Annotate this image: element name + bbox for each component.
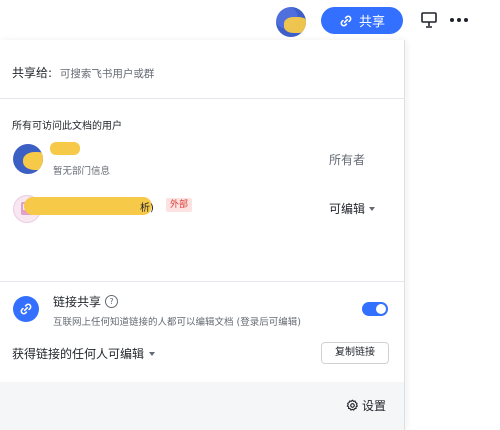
- user-row-owner: 暂无部门信息 所有者: [0, 142, 404, 178]
- user-department: 暂无部门信息: [53, 166, 111, 177]
- redacted-user-name: [24, 197, 152, 215]
- chevron-down-icon: [369, 206, 376, 211]
- link-permission-dropdown[interactable]: 获得链接的任何人可编辑: [12, 345, 156, 362]
- user-role-owner: 所有者: [329, 153, 366, 167]
- user-row-editor: 析) 外部 可编辑: [0, 192, 404, 228]
- gear-icon: [346, 399, 359, 411]
- link-share-icon: [13, 296, 39, 322]
- copy-link-button[interactable]: 复制链接: [321, 342, 389, 364]
- user-name-suffix: 析): [140, 203, 154, 214]
- help-icon[interactable]: ?: [105, 295, 119, 308]
- link-permission-label: 获得链接的任何人可编辑: [12, 347, 145, 361]
- link-share-description: 互联网上任何知道链接的人都可以编辑文档 (登录后可编辑): [53, 317, 301, 328]
- share-to-input[interactable]: 可搜索飞书用户或群: [60, 68, 155, 80]
- share-panel: 共享给: 可搜索飞书用户或群 所有可访问此文档的用户 暂无部门信息 所有者 析)…: [0, 40, 405, 430]
- more-icon[interactable]: [450, 18, 470, 24]
- link-icon: [20, 303, 32, 315]
- user-role-dropdown[interactable]: 可编辑: [329, 200, 376, 217]
- link-icon: [340, 15, 352, 26]
- share-to-label: 共享给:: [12, 66, 53, 80]
- divider: [0, 281, 404, 282]
- share-button[interactable]: 共享: [321, 7, 403, 34]
- access-list-title: 所有可访问此文档的用户: [12, 121, 122, 132]
- divider: [0, 98, 404, 99]
- share-button-label: 共享: [358, 15, 385, 30]
- share-to-field[interactable]: 共享给: 可搜索飞书用户或群: [12, 64, 154, 81]
- redacted-user-name: [50, 142, 80, 155]
- link-share-toggle[interactable]: [362, 302, 388, 316]
- user-role-label: 可编辑: [329, 202, 366, 216]
- link-share-title: 链接共享 ?: [53, 293, 119, 310]
- document-background: [405, 40, 500, 430]
- current-user-avatar[interactable]: [276, 7, 306, 37]
- chevron-down-icon: [149, 351, 156, 356]
- top-toolbar: 共享: [0, 0, 500, 40]
- share-panel-footer: 设置: [0, 382, 404, 430]
- settings-label: 设置: [362, 399, 387, 413]
- link-share-label: 链接共享: [53, 295, 102, 309]
- user-avatar: [13, 144, 43, 174]
- settings-button[interactable]: 设置: [346, 397, 386, 414]
- external-tag: 外部: [166, 198, 193, 212]
- present-icon[interactable]: [419, 10, 439, 30]
